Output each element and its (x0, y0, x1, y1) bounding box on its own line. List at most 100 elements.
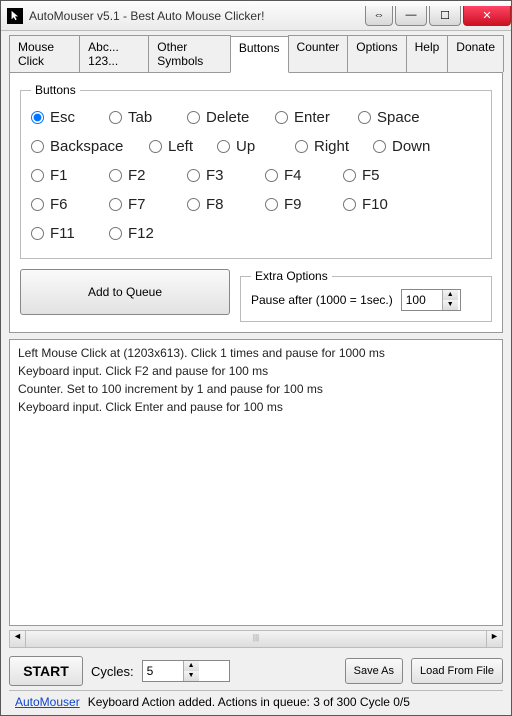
spinner-up-icon[interactable]: ▲ (443, 290, 458, 300)
radio-f10[interactable]: F10 (343, 196, 413, 213)
load-from-file-button[interactable]: Load From File (411, 658, 503, 684)
radio-tab[interactable]: Tab (109, 109, 179, 126)
radio-input[interactable] (343, 169, 356, 182)
radio-input[interactable] (109, 111, 122, 124)
radio-input[interactable] (265, 198, 278, 211)
status-link[interactable]: AutoMouser (15, 695, 80, 709)
maximize-button[interactable]: ☐ (429, 6, 461, 26)
save-as-button[interactable]: Save As (345, 658, 403, 684)
radio-label: F9 (284, 196, 302, 213)
radio-f11[interactable]: F11 (31, 225, 101, 242)
cycles-input[interactable] (143, 664, 183, 678)
radio-label: F6 (50, 196, 68, 213)
pause-after-spinner[interactable]: ▲▼ (401, 289, 461, 311)
radio-label: F4 (284, 167, 302, 184)
radio-input[interactable] (343, 198, 356, 211)
buttons-legend: Buttons (31, 83, 80, 97)
radio-backspace[interactable]: Backspace (31, 138, 141, 155)
tab-options[interactable]: Options (347, 35, 406, 72)
queue-item[interactable]: Keyboard input. Click Enter and pause fo… (18, 400, 494, 414)
status-bar: AutoMouser Keyboard Action added. Action… (9, 690, 503, 713)
spinner-down-icon[interactable]: ▼ (184, 671, 199, 681)
radio-f3[interactable]: F3 (187, 167, 257, 184)
radio-label: F2 (128, 167, 146, 184)
radio-input[interactable] (295, 140, 308, 153)
radio-input[interactable] (109, 227, 122, 240)
radio-input[interactable] (358, 111, 371, 124)
tab-help[interactable]: Help (406, 35, 449, 72)
radio-f2[interactable]: F2 (109, 167, 179, 184)
bottom-bar: START Cycles: ▲▼ Save As Load From File (9, 652, 503, 690)
radio-down[interactable]: Down (373, 138, 443, 155)
cycles-spinner[interactable]: ▲▼ (142, 660, 230, 682)
radio-input[interactable] (109, 169, 122, 182)
radio-input[interactable] (31, 140, 44, 153)
radio-label: Enter (294, 109, 330, 126)
radio-label: F8 (206, 196, 224, 213)
radio-label: F11 (50, 225, 75, 242)
radio-enter[interactable]: Enter (275, 109, 350, 126)
radio-label: Down (392, 138, 430, 155)
extra-options-group: Extra Options Pause after (1000 = 1sec.)… (240, 269, 492, 322)
radio-input[interactable] (149, 140, 162, 153)
options-window-button[interactable]: ⇔ (365, 6, 393, 26)
cycles-label: Cycles: (91, 664, 134, 679)
scroll-right-icon[interactable]: ► (486, 631, 502, 647)
radio-f1[interactable]: F1 (31, 167, 101, 184)
horizontal-scrollbar[interactable]: ◄ ► (9, 630, 503, 648)
radio-input[interactable] (31, 198, 44, 211)
radio-input[interactable] (187, 198, 200, 211)
scroll-thumb[interactable] (26, 631, 486, 647)
pause-after-label: Pause after (1000 = 1sec.) (251, 293, 393, 307)
radio-input[interactable] (373, 140, 386, 153)
radio-f7[interactable]: F7 (109, 196, 179, 213)
radio-label: F3 (206, 167, 224, 184)
status-text: Keyboard Action added. Actions in queue:… (88, 695, 410, 709)
pause-after-input[interactable] (402, 293, 442, 307)
radio-label: Right (314, 138, 349, 155)
spinner-down-icon[interactable]: ▼ (443, 300, 458, 310)
radio-f8[interactable]: F8 (187, 196, 257, 213)
radio-input[interactable] (31, 111, 44, 124)
radio-f6[interactable]: F6 (31, 196, 101, 213)
start-button[interactable]: START (9, 656, 83, 686)
radio-input[interactable] (109, 198, 122, 211)
radio-right[interactable]: Right (295, 138, 365, 155)
radio-label: F7 (128, 196, 146, 213)
queue-item[interactable]: Left Mouse Click at (1203x613). Click 1 … (18, 346, 494, 360)
spinner-up-icon[interactable]: ▲ (184, 661, 199, 671)
tab-buttons[interactable]: Buttons (230, 36, 289, 73)
minimize-button[interactable]: — (395, 6, 427, 26)
radio-input[interactable] (31, 227, 44, 240)
tab-strip: Mouse ClickAbc... 123...Other SymbolsBut… (9, 35, 503, 73)
radio-f4[interactable]: F4 (265, 167, 335, 184)
window-buttons: ⇔ — ☐ ✕ (365, 6, 511, 26)
tab-donate[interactable]: Donate (447, 35, 504, 72)
tab-counter[interactable]: Counter (288, 35, 349, 72)
radio-input[interactable] (187, 111, 200, 124)
radio-input[interactable] (217, 140, 230, 153)
radio-left[interactable]: Left (149, 138, 209, 155)
tab-mouse-click[interactable]: Mouse Click (9, 35, 80, 72)
radio-label: F1 (50, 167, 68, 184)
radio-space[interactable]: Space (358, 109, 438, 126)
radio-input[interactable] (31, 169, 44, 182)
app-icon (7, 8, 23, 24)
radio-input[interactable] (187, 169, 200, 182)
tab-other-symbols[interactable]: Other Symbols (148, 35, 231, 72)
client-area: Mouse ClickAbc... 123...Other SymbolsBut… (1, 31, 511, 715)
scroll-left-icon[interactable]: ◄ (10, 631, 26, 647)
add-to-queue-button[interactable]: Add to Queue (20, 269, 230, 315)
radio-f5[interactable]: F5 (343, 167, 413, 184)
queue-item[interactable]: Counter. Set to 100 increment by 1 and p… (18, 382, 494, 396)
radio-delete[interactable]: Delete (187, 109, 267, 126)
radio-input[interactable] (265, 169, 278, 182)
queue-item[interactable]: Keyboard input. Click F2 and pause for 1… (18, 364, 494, 378)
radio-input[interactable] (275, 111, 288, 124)
close-button[interactable]: ✕ (463, 6, 511, 26)
radio-esc[interactable]: Esc (31, 109, 101, 126)
radio-f9[interactable]: F9 (265, 196, 335, 213)
tab-abc-123-[interactable]: Abc... 123... (79, 35, 149, 72)
radio-f12[interactable]: F12 (109, 225, 179, 242)
radio-up[interactable]: Up (217, 138, 287, 155)
